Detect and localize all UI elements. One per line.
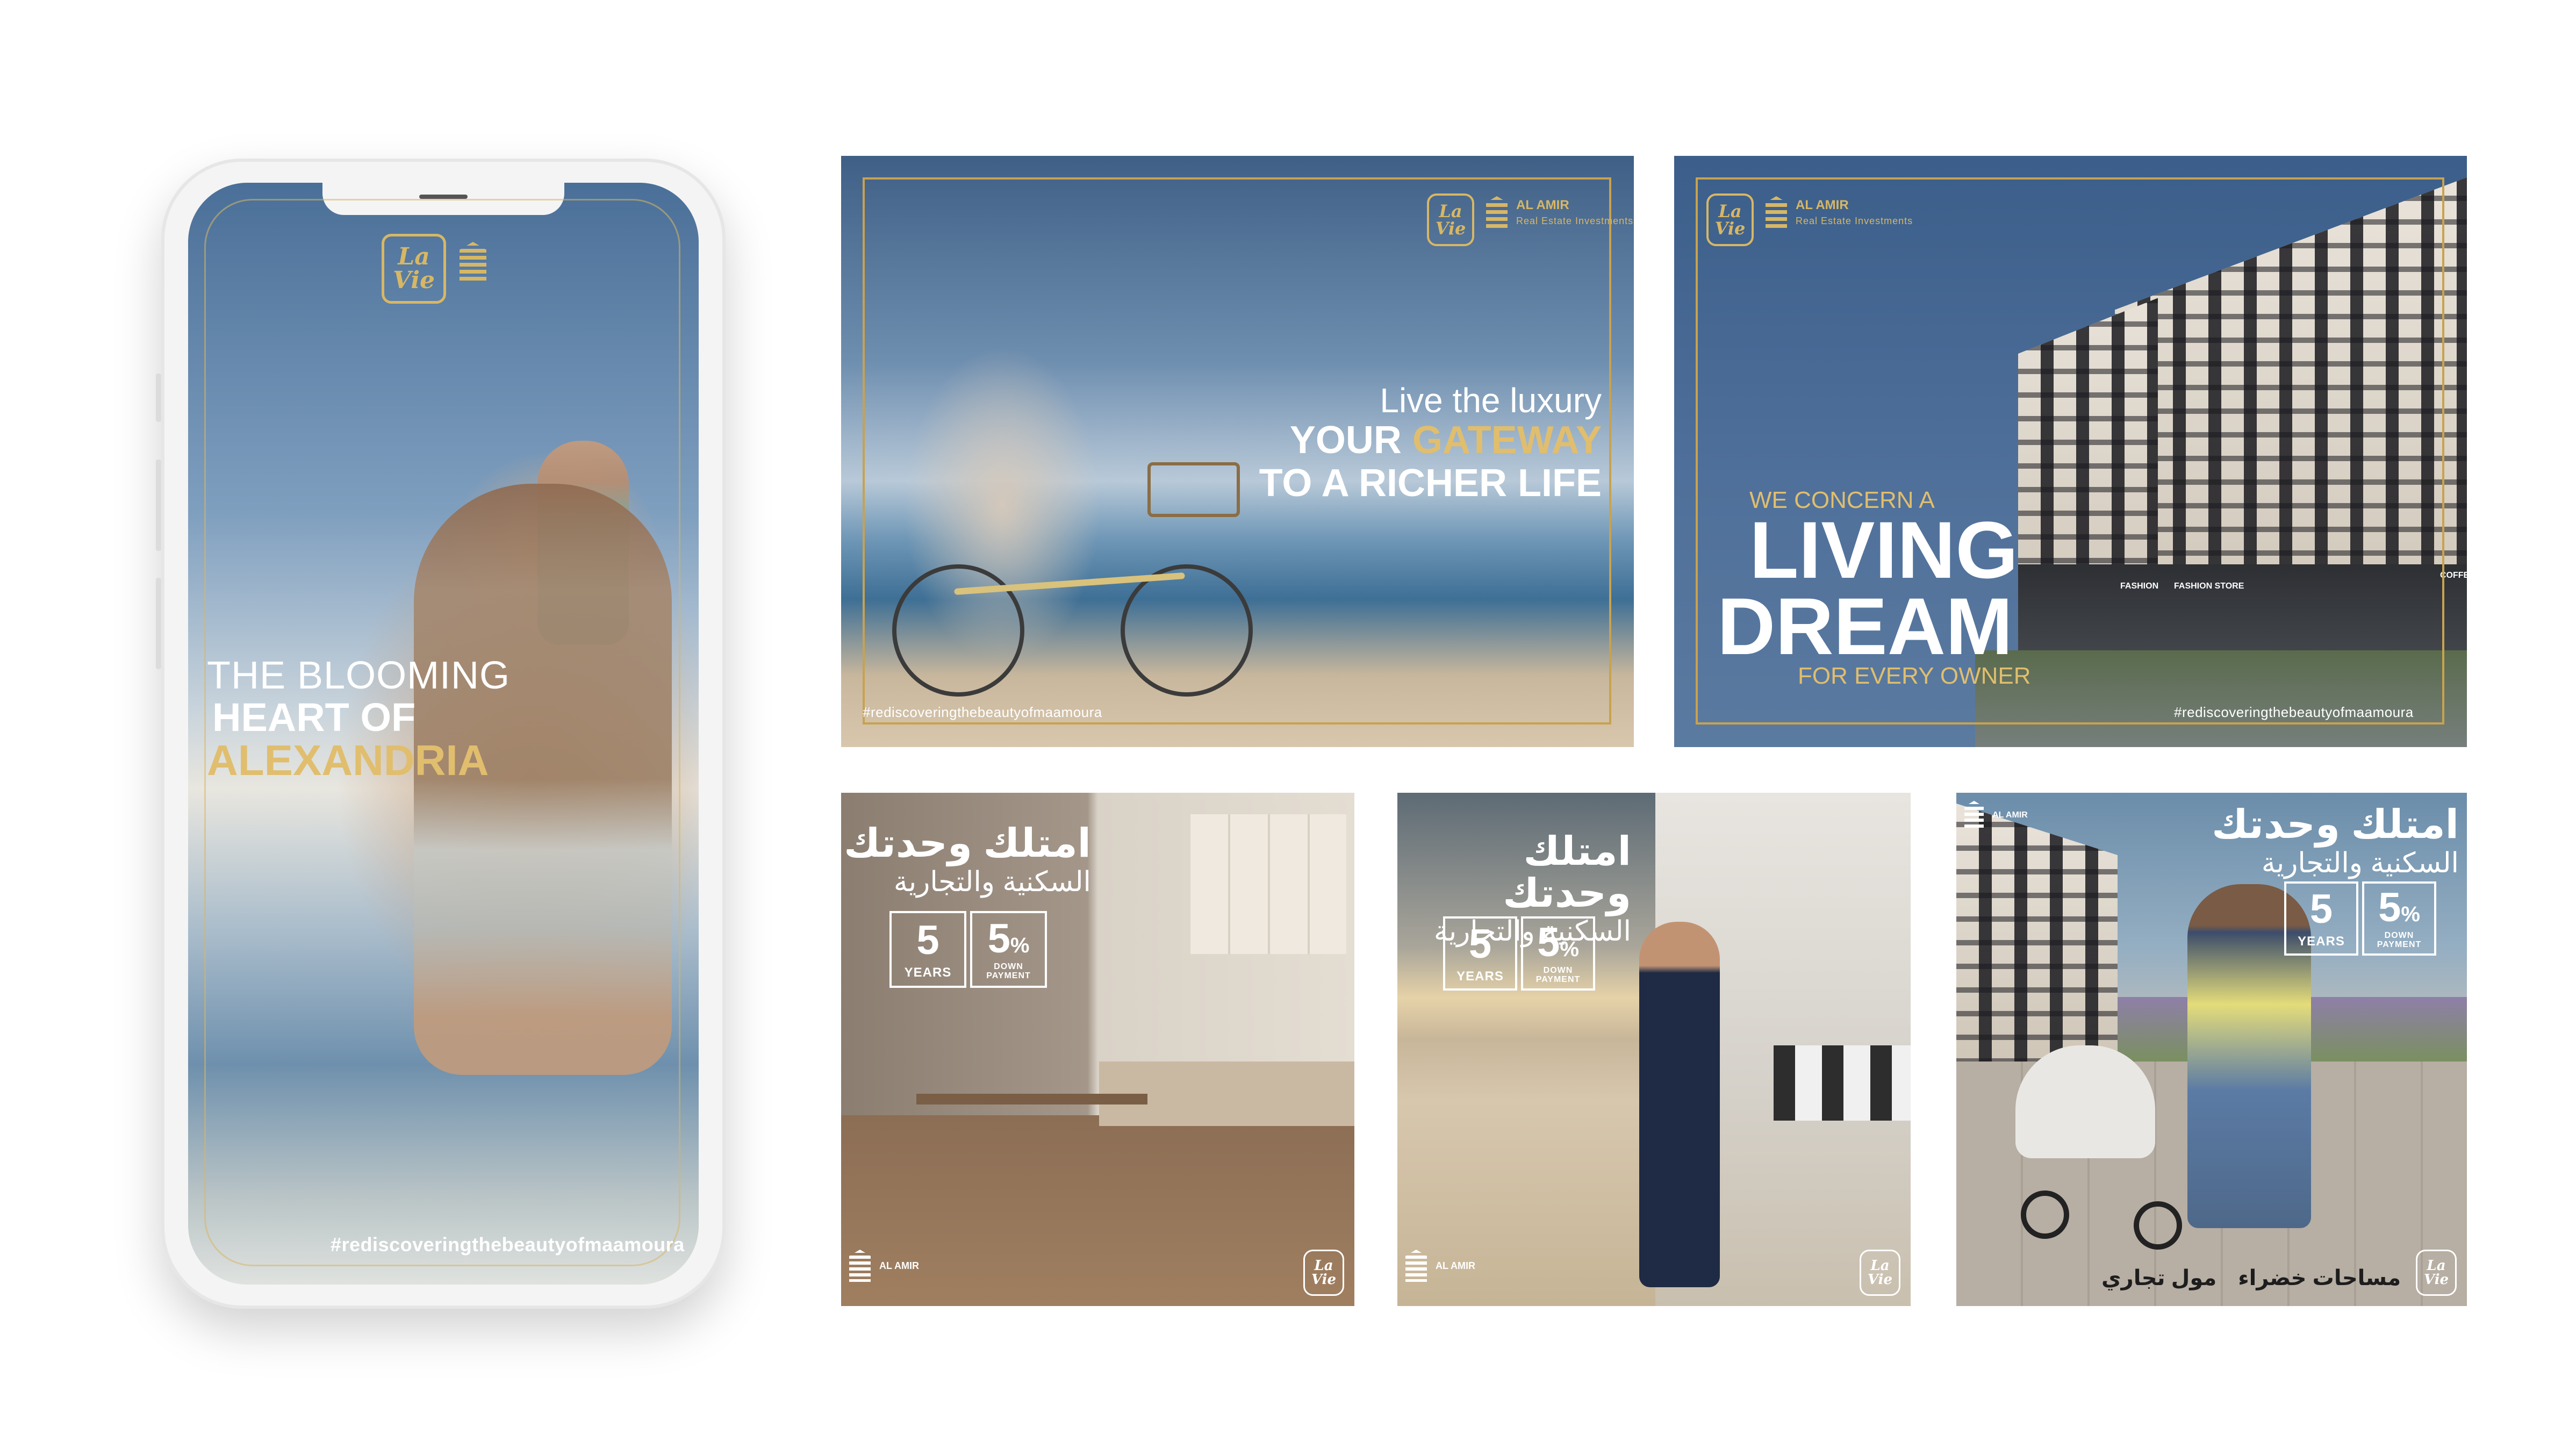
store-label-2: FASHION STORE [2174,582,2244,591]
kitchen-arabic-text: امتلك وحدتك السكنية والتجارية [844,822,1091,896]
square-office: امتلك وحدتك السكنية والتجارية 5 YEARS 5%… [1397,793,1911,1306]
phone-hashtag: #rediscoveringthebeautyofmaamoura [331,1233,685,1256]
office-down-box: 5% DOWN PAYMENT [1521,916,1595,991]
bicycle-wheel-back [892,564,1024,697]
family-down-box: 5% DOWN PAYMENT [2362,881,2436,956]
al-amir-mark-icon [849,1250,871,1282]
brand-sub: Real Estate Investments [1516,216,1634,226]
years-value: 5 [2309,886,2333,932]
building-big-2: DREAM [1717,581,2013,672]
headline-line-1: THE BLOOMING [207,654,511,697]
stroller [2015,1045,2155,1158]
brand-name: AL AMIR [1436,1260,1475,1271]
brand-name: AL AMIR [879,1260,919,1271]
al-amir-mark-icon [460,242,486,282]
lavie-logo: La Vie [1706,193,1754,246]
down-value: 5% [1537,920,1579,966]
al-amir-logo: AL AMIR [1405,1250,1475,1282]
office-title: امتلك وحدتك [1503,829,1631,915]
bicycle-wheel-front [1121,564,1253,697]
building-text-block: WE CONCERN A LIVING DREAM FOR EVERY OWNE… [1717,489,2031,689]
phone-mockup: La Vie THE BLOOMING HEART OF ALEXANDRIA … [156,159,726,1309]
bike-line-2: YOUR GATEWAY [1259,419,1602,462]
family-features: مساحات خضراء مول تجاري [2101,1266,2401,1290]
bike-line-2-gold: GATEWAY [1412,419,1602,462]
bike-line-3: TO A RICHER LIFE [1259,461,1602,505]
feature-mall: مول تجاري [2101,1266,2217,1290]
stroller-wheel [2134,1201,2182,1250]
store-label-3: COFFEE [2440,571,2467,580]
brand-name: AL AMIR [1516,198,1569,212]
phone-notch [322,183,564,215]
phone-screen: La Vie THE BLOOMING HEART OF ALEXANDRIA … [188,183,699,1285]
years-label: YEARS [2298,934,2345,949]
family-arabic-text: امتلك وحدتك السكنية والتجارية [2212,804,2459,878]
building-tagline: FOR EVERY OWNER [1798,662,2031,689]
kitchen-down-box: 5% DOWN PAYMENT [970,911,1047,988]
square-kitchen: امتلك وحدتك السكنية والتجارية 5 YEARS 5%… [841,793,1354,1306]
kitchen-years-box: 5 YEARS [889,911,966,988]
store-label-1: FASHION [2120,582,2159,591]
banner-bike: La Vie AL AMIR Real Estate Investments L… [841,156,1634,747]
years-label: YEARS [904,965,952,980]
down-value: 5% [2378,885,2420,931]
bike-line-1: Live the luxury [1380,381,1602,420]
building-hashtag: #rediscoveringthebeautyofmaamoura [2174,704,2414,720]
years-value: 5 [916,917,939,963]
bike-text-block: Live the luxury YOUR GATEWAY TO A RICHER… [1259,382,1602,505]
al-amir-logo: AL AMIR Real Estate Investments [1486,196,1633,228]
al-amir-logo [460,242,486,282]
phone-speaker [419,195,468,199]
lavie-logo: La Vie [1860,1250,1900,1296]
lavie-logo: La Vie [1303,1250,1344,1296]
businessman-figure [1639,922,1720,1287]
al-amir-mark-icon [1766,196,1787,228]
stroller-wheel [2021,1190,2069,1239]
down-value: 5% [987,915,1030,962]
bike-hashtag: #rediscoveringthebeautyofmaamoura [863,704,1102,720]
family-title: امتلك وحدتك [2212,802,2459,847]
headline-line-2: HEART OF [212,694,416,740]
office-desks [1774,1045,1911,1121]
brand-sub: Real Estate Investments [1796,216,1913,226]
years-label: YEARS [1456,969,1504,984]
phone-side-button [156,460,161,551]
al-amir-logo: AL AMIR [1964,801,2028,830]
dining-table [916,1094,1147,1104]
family-subtitle: السكنية والتجارية [2261,847,2459,879]
lavie-logo: La Vie [1427,193,1474,246]
family-years-box: 5 YEARS [2284,881,2358,956]
lavie-logo: La Vie [382,234,446,304]
years-value: 5 [1468,921,1492,967]
al-amir-mark-icon [1405,1250,1427,1282]
banner-building: FASHION FASHION STORE COFFEE La Vie AL A… [1674,156,2467,747]
brand-name: AL AMIR [1796,198,1849,212]
family-building [1956,804,2118,1061]
phone-headline: THE BLOOMING HEART OF ALEXANDRIA [207,654,511,785]
kitchen-title: امتلك وحدتك [844,821,1091,865]
brand-name: AL AMIR [1992,811,2028,820]
al-amir-logo: AL AMIR Real Estate Investments [1766,196,1913,228]
street [1975,650,2467,747]
down-label: DOWN PAYMENT [2377,931,2422,949]
headline-line-3: ALEXANDRIA [207,736,489,785]
kitchen-subtitle: السكنية والتجارية [893,866,1091,898]
building-big-1: LIVING [1749,504,2019,595]
storefront-row [2018,564,2467,661]
down-label: DOWN PAYMENT [1535,966,1581,984]
square-family: امتلك وحدتك السكنية والتجارية 5 YEARS 5%… [1956,793,2467,1306]
al-amir-mark-icon [1486,196,1508,228]
office-years-box: 5 YEARS [1443,916,1517,991]
al-amir-logo: AL AMIR [849,1250,919,1282]
bicycle-basket [1147,462,1240,517]
lavie-logo: La Vie [2416,1250,2457,1296]
bike-line-2-white: YOUR [1289,419,1402,462]
feature-green-spaces: مساحات خضراء [2238,1266,2401,1290]
phone-side-button [156,374,161,422]
al-amir-mark-icon [1964,801,1984,830]
down-label: DOWN PAYMENT [986,962,1031,980]
phone-side-button [156,578,161,669]
kitchen-cabinets [1190,814,1346,954]
